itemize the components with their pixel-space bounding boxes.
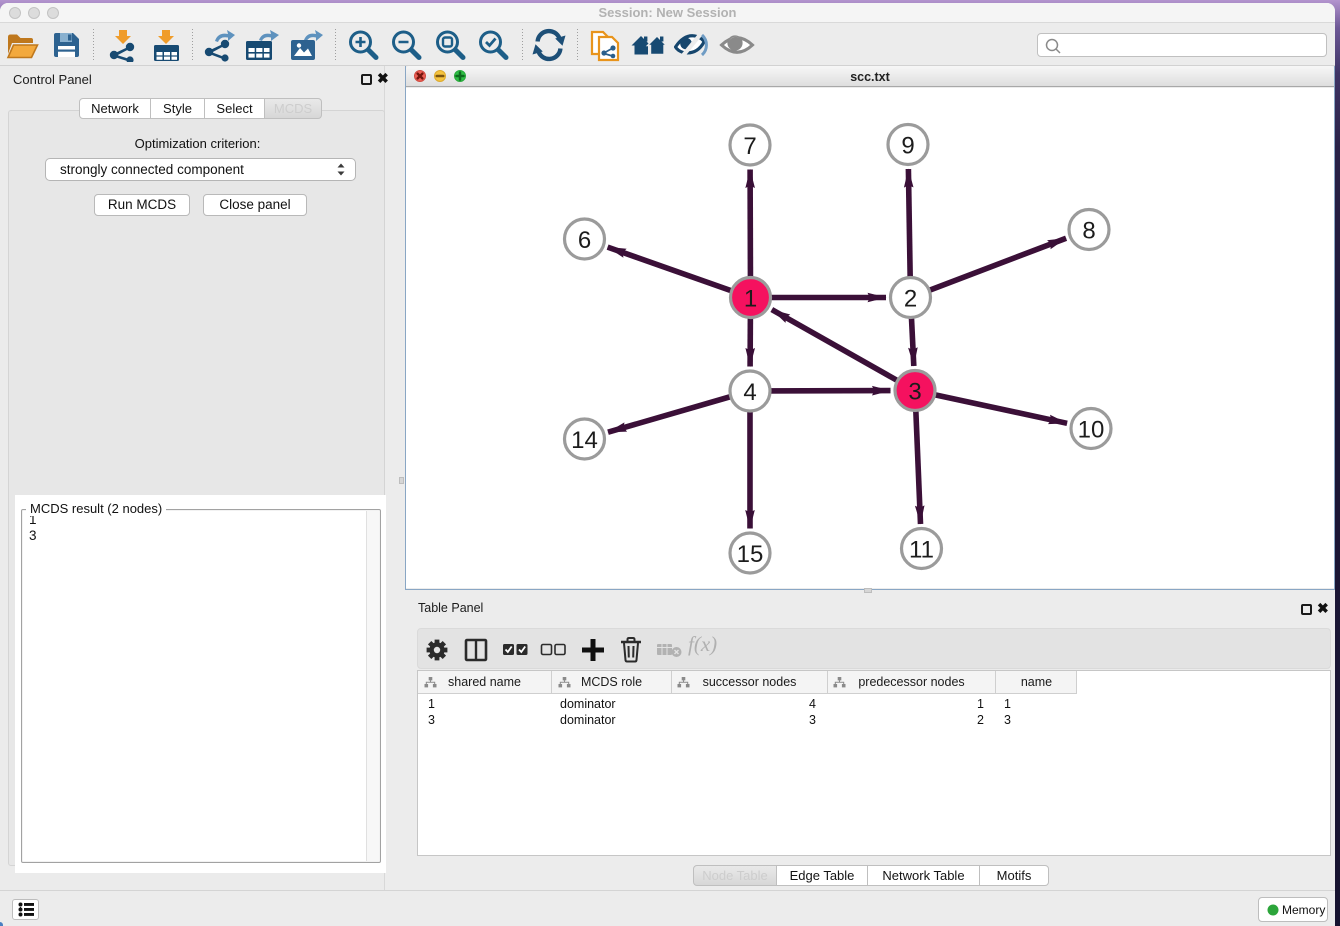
svg-text:4: 4: [743, 379, 756, 406]
svg-text:14: 14: [571, 427, 598, 454]
svg-text:15: 15: [737, 541, 764, 568]
svg-text:10: 10: [1078, 417, 1105, 444]
svg-text:1: 1: [744, 286, 757, 313]
svg-text:2: 2: [904, 286, 917, 313]
svg-text:9: 9: [901, 133, 914, 160]
svg-text:8: 8: [1082, 218, 1095, 245]
svg-text:11: 11: [909, 537, 934, 564]
svg-text:3: 3: [908, 379, 921, 406]
svg-text:6: 6: [578, 227, 591, 254]
svg-text:7: 7: [743, 133, 756, 160]
